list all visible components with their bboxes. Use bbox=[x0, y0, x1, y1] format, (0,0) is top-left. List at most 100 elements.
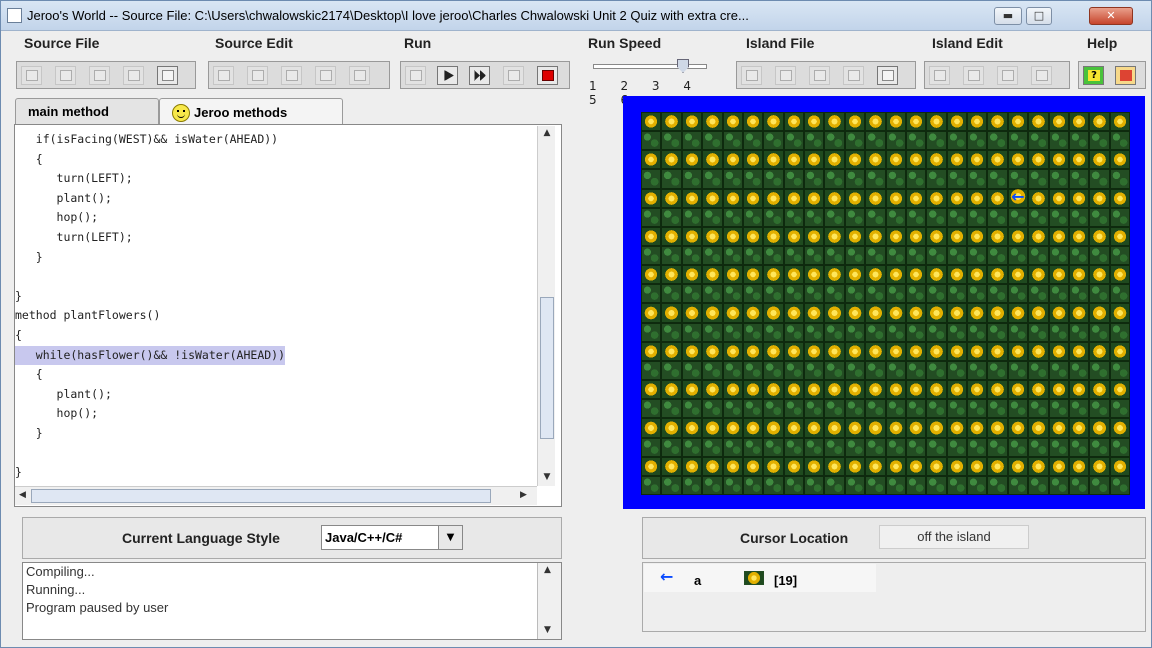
island-cell bbox=[702, 284, 723, 304]
new-island-button[interactable] bbox=[741, 66, 762, 85]
code-line[interactable]: } bbox=[15, 424, 43, 443]
island-cell bbox=[1068, 131, 1090, 151]
stop-button[interactable] bbox=[537, 66, 558, 85]
island-grid[interactable] bbox=[641, 112, 1130, 495]
flower-cell bbox=[1068, 112, 1090, 132]
code-line[interactable]: plant(); bbox=[15, 189, 112, 208]
code-line[interactable]: if(isFacing(WEST)&& isWater(AHEAD)) bbox=[15, 130, 278, 149]
flower-cell bbox=[1109, 418, 1130, 438]
island-cell bbox=[824, 246, 845, 266]
menu-island-edit[interactable]: Island Edit bbox=[932, 35, 1003, 51]
island-cell bbox=[804, 284, 825, 304]
editor-vertical-scrollbar[interactable]: ▲ ▼ bbox=[537, 126, 555, 486]
console-scroll-up-icon[interactable]: ▲ bbox=[544, 565, 551, 575]
editor-vscroll-thumb[interactable] bbox=[540, 297, 554, 439]
menu-island-file[interactable]: Island File bbox=[746, 35, 814, 51]
code-line[interactable]: } bbox=[15, 287, 22, 306]
tab-main-method[interactable]: main method bbox=[15, 98, 159, 124]
reset-button[interactable] bbox=[405, 66, 426, 85]
code-line[interactable]: method plantFlowers() bbox=[15, 306, 160, 325]
island-cell bbox=[1048, 131, 1069, 151]
copy-icon bbox=[252, 70, 264, 81]
pause-button[interactable] bbox=[503, 66, 524, 85]
flower-cell bbox=[641, 150, 662, 170]
minimize-button[interactable]: ▬ bbox=[994, 7, 1022, 25]
flower-cell bbox=[1028, 265, 1049, 285]
random-button[interactable] bbox=[997, 66, 1018, 85]
clear-island-button[interactable] bbox=[929, 66, 950, 85]
island-cell bbox=[1068, 322, 1090, 342]
cut-button[interactable] bbox=[213, 66, 234, 85]
menu-run[interactable]: Run bbox=[404, 35, 431, 51]
menu-run-speed[interactable]: Run Speed bbox=[588, 35, 661, 51]
save-as-button[interactable] bbox=[123, 66, 144, 85]
new-file-button[interactable] bbox=[21, 66, 42, 85]
flower-cell bbox=[1048, 303, 1069, 323]
code-line[interactable]: { bbox=[15, 150, 43, 169]
console-scrollbar[interactable]: ▲ ▼ bbox=[537, 563, 561, 639]
code-line[interactable]: turn(LEFT); bbox=[15, 169, 133, 188]
code-line[interactable]: hop(); bbox=[15, 404, 99, 423]
paste-button[interactable] bbox=[281, 66, 302, 85]
chevron-down-icon[interactable]: ▼ bbox=[438, 526, 462, 549]
tab-jeroo-methods[interactable]: Jeroo methods bbox=[159, 98, 343, 125]
undo-button[interactable] bbox=[315, 66, 336, 85]
open-island-button[interactable] bbox=[775, 66, 796, 85]
print-island-button[interactable] bbox=[877, 66, 898, 85]
island-cell bbox=[661, 360, 682, 381]
speed-knob[interactable] bbox=[677, 59, 689, 73]
code-editor[interactable]: if(isFacing(WEST)&& isWater(AHEAD)) { tu… bbox=[14, 124, 562, 507]
settings-button[interactable] bbox=[1031, 66, 1052, 85]
save-file-button[interactable] bbox=[89, 66, 110, 85]
island-cell bbox=[1089, 475, 1110, 495]
menu-source-edit[interactable]: Source Edit bbox=[215, 35, 293, 51]
close-button[interactable]: ✕ bbox=[1089, 7, 1133, 25]
flower-cell bbox=[661, 188, 682, 208]
island-cell bbox=[783, 399, 804, 419]
menu-source-file[interactable]: Source File bbox=[24, 35, 99, 51]
scroll-left-icon[interactable]: ◀ bbox=[19, 490, 26, 500]
flower-cell bbox=[967, 303, 988, 323]
code-text-area[interactable]: if(isFacing(WEST)&& isWater(AHEAD)) { tu… bbox=[15, 130, 535, 485]
flower-cell bbox=[1068, 188, 1090, 208]
print-button[interactable] bbox=[157, 66, 178, 85]
editor-horizontal-scrollbar[interactable]: ◀ ▶ bbox=[15, 486, 537, 505]
code-line[interactable]: hop(); bbox=[15, 208, 99, 227]
code-line[interactable]: } bbox=[15, 248, 43, 267]
island-cell bbox=[824, 284, 845, 304]
grid-button[interactable] bbox=[963, 66, 984, 85]
format-button[interactable] bbox=[349, 66, 370, 85]
help-button[interactable]: ? bbox=[1083, 66, 1104, 85]
code-line[interactable]: } bbox=[15, 463, 22, 482]
code-line[interactable]: plant(); bbox=[15, 385, 112, 404]
console-scroll-down-icon[interactable]: ▼ bbox=[544, 625, 551, 635]
scroll-down-icon[interactable]: ▼ bbox=[541, 472, 553, 484]
save-as-icon bbox=[128, 70, 140, 81]
exit-button[interactable] bbox=[1115, 66, 1136, 85]
run-continuous-button[interactable] bbox=[469, 66, 490, 85]
menu-help[interactable]: Help bbox=[1087, 35, 1117, 51]
island-cell bbox=[641, 131, 662, 151]
island-cell bbox=[1068, 246, 1090, 266]
code-line[interactable]: turn(LEFT); bbox=[15, 228, 133, 247]
island-cell bbox=[641, 246, 662, 266]
open-file-button[interactable] bbox=[55, 66, 76, 85]
save-island-button[interactable] bbox=[809, 66, 830, 85]
code-line[interactable]: { bbox=[15, 326, 22, 345]
highlighted-code-line[interactable]: while(hasFlower()&& !isWater(AHEAD)) bbox=[15, 345, 286, 365]
step-button[interactable] bbox=[437, 66, 458, 85]
scroll-up-icon[interactable]: ▲ bbox=[541, 128, 553, 140]
flower-cell bbox=[1007, 150, 1029, 170]
island-cell bbox=[1028, 437, 1049, 457]
run-speed-slider[interactable]: 1 2 3 4 5 6 bbox=[581, 57, 719, 107]
maximize-button[interactable]: □ bbox=[1026, 7, 1052, 25]
flower-cell bbox=[987, 303, 1008, 323]
copy-button[interactable] bbox=[247, 66, 268, 85]
code-line[interactable]: { bbox=[15, 365, 43, 384]
editor-hscroll-thumb[interactable] bbox=[31, 489, 491, 503]
language-style-select[interactable]: Java/C++/C# ▼ bbox=[321, 525, 463, 550]
flower-cell bbox=[905, 341, 927, 361]
save-island-as-button[interactable] bbox=[843, 66, 864, 85]
scroll-right-icon[interactable]: ▶ bbox=[520, 490, 527, 500]
island-cell bbox=[763, 399, 784, 419]
